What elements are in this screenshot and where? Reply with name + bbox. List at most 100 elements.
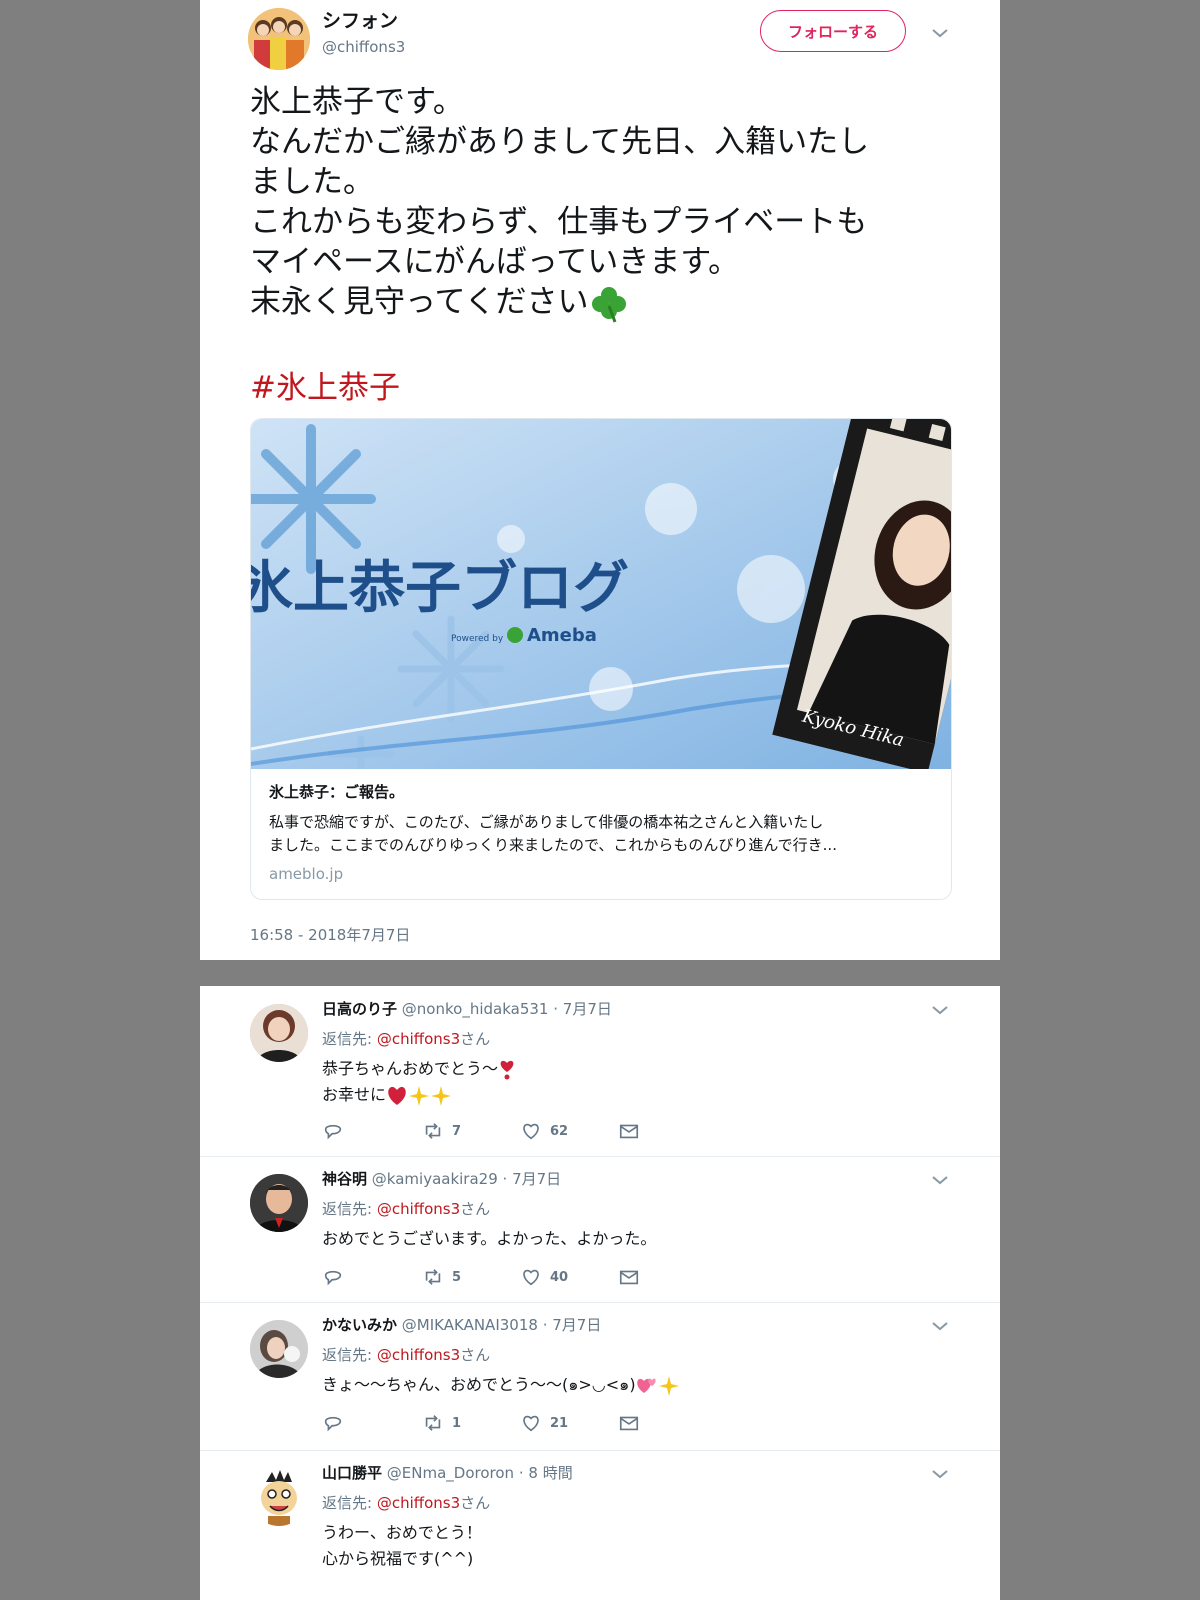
reply-to-suffix: さん bbox=[460, 1200, 491, 1218]
reply-item: 日高のり子 @nonko_hidaka531 · 7月7日 返信先: @chif… bbox=[200, 986, 1000, 1157]
dm-button[interactable] bbox=[618, 1120, 640, 1142]
tweet-timestamp[interactable]: 16:58 - 2018年7月7日 bbox=[250, 924, 410, 945]
reply-handle[interactable]: @ENma_Dororon bbox=[387, 1464, 514, 1482]
reply-date[interactable]: · 7月7日 bbox=[503, 1170, 562, 1188]
reply-to: 返信先: @chiffons3さん bbox=[322, 1492, 490, 1513]
reply-to: 返信先: @chiffons3さん bbox=[322, 1198, 490, 1219]
reply-header: 神谷明 @kamiyaakira29 · 7月7日 bbox=[322, 1168, 561, 1189]
like-button[interactable]: 21 bbox=[520, 1412, 568, 1434]
retweet-count: 7 bbox=[452, 1123, 462, 1139]
follow-button[interactable]: フォローする bbox=[760, 10, 906, 52]
like-count: 62 bbox=[550, 1123, 569, 1139]
avatar[interactable] bbox=[250, 1174, 308, 1232]
reply-icon bbox=[324, 1124, 342, 1140]
avatar[interactable] bbox=[250, 1320, 308, 1378]
avatar[interactable] bbox=[250, 1468, 308, 1526]
envelope-icon bbox=[619, 1416, 639, 1431]
ameba-logo-icon bbox=[507, 627, 523, 643]
like-button[interactable]: 62 bbox=[520, 1120, 568, 1142]
avatar-image bbox=[250, 1174, 308, 1232]
reply-line-1: 恭子ちゃんおめでとう～ bbox=[322, 1059, 499, 1078]
reply-to: 返信先: @chiffons3さん bbox=[322, 1344, 490, 1365]
reply-name[interactable]: 日高のり子 bbox=[322, 1000, 397, 1018]
avatar[interactable] bbox=[250, 1004, 308, 1062]
reply-text: 恭子ちゃんおめでとう～ お幸せに bbox=[322, 1056, 516, 1108]
sparkles-emoji bbox=[658, 1375, 679, 1396]
display-name[interactable]: シフォン bbox=[322, 6, 398, 33]
card-image: 氷上恭子ブログ Powered by Ameba Kyoko Hika bbox=[251, 419, 951, 769]
reply-date[interactable]: · 7月7日 bbox=[553, 1000, 612, 1018]
main-tweet: シフォン @chiffons3 フォローする 氷上恭子です。 なんだかご縁があり… bbox=[200, 0, 1000, 960]
link-card[interactable]: 氷上恭子ブログ Powered by Ameba Kyoko Hika 氷上恭子… bbox=[250, 418, 952, 900]
reply-name[interactable]: 神谷明 bbox=[322, 1170, 367, 1188]
reply-actions: 7 62 bbox=[322, 1120, 662, 1144]
retweet-icon bbox=[425, 1415, 441, 1431]
reply-date[interactable]: · 7月7日 bbox=[543, 1316, 602, 1334]
dm-button[interactable] bbox=[618, 1412, 640, 1434]
envelope-icon bbox=[619, 1124, 639, 1139]
retweet-button[interactable]: 7 bbox=[422, 1120, 461, 1142]
reply-to-mention[interactable]: @chiffons3 bbox=[377, 1494, 460, 1512]
reply-to-prefix: 返信先: bbox=[322, 1346, 377, 1364]
reply-to-mention[interactable]: @chiffons3 bbox=[377, 1346, 460, 1364]
envelope-icon bbox=[619, 1270, 639, 1285]
chevron-down-icon[interactable] bbox=[928, 1462, 952, 1486]
reply-item: 神谷明 @kamiyaakira29 · 7月7日 返信先: @chiffons… bbox=[200, 1156, 1000, 1303]
chevron-down-icon[interactable] bbox=[928, 1168, 952, 1192]
reply-to-prefix: 返信先: bbox=[322, 1030, 377, 1048]
retweet-button[interactable]: 1 bbox=[422, 1412, 461, 1434]
like-count: 21 bbox=[550, 1415, 569, 1431]
clover-emoji bbox=[591, 286, 626, 323]
reply-to: 返信先: @chiffons3さん bbox=[322, 1028, 490, 1049]
reply-button[interactable] bbox=[322, 1120, 344, 1142]
reply-handle[interactable]: @nonko_hidaka531 bbox=[402, 1000, 549, 1018]
reply-to-prefix: 返信先: bbox=[322, 1200, 377, 1218]
retweet-count: 5 bbox=[452, 1269, 462, 1285]
sparkles-emoji bbox=[409, 1085, 430, 1106]
reply-header: かないみか @MIKAKANAI3018 · 7月7日 bbox=[322, 1314, 601, 1335]
card-description: 私事で恐縮ですが、このたび、ご縁がありまして俳優の橋本祐之さんと入籍いたし まし… bbox=[269, 813, 837, 854]
heart-icon bbox=[523, 1415, 539, 1432]
heart-icon bbox=[523, 1269, 539, 1286]
hashtag-link[interactable]: #氷上恭子 bbox=[250, 362, 400, 407]
reply-handle[interactable]: @kamiyaakira29 bbox=[372, 1170, 498, 1188]
heart-icon bbox=[523, 1123, 539, 1140]
retweet-icon bbox=[425, 1269, 441, 1285]
card-domain: ameblo.jp bbox=[269, 865, 344, 883]
chevron-down-icon[interactable] bbox=[928, 21, 952, 45]
avatar-image bbox=[250, 1004, 308, 1062]
reply-name[interactable]: かないみか bbox=[322, 1316, 397, 1334]
card-image-title: 氷上恭子ブログ bbox=[251, 555, 629, 621]
retweet-button[interactable]: 5 bbox=[422, 1266, 461, 1288]
reply-name[interactable]: 山口勝平 bbox=[322, 1464, 382, 1482]
avatar[interactable] bbox=[248, 8, 310, 70]
like-button[interactable]: 40 bbox=[520, 1266, 568, 1288]
reply-button[interactable] bbox=[322, 1266, 344, 1288]
reply-to-mention[interactable]: @chiffons3 bbox=[377, 1200, 460, 1218]
reply-item: かないみか @MIKAKANAI3018 · 7月7日 返信先: @chiffo… bbox=[200, 1302, 1000, 1451]
reply-button[interactable] bbox=[322, 1412, 344, 1434]
reply-handle[interactable]: @MIKAKANAI3018 bbox=[402, 1316, 538, 1334]
sparkles-emoji bbox=[431, 1085, 452, 1106]
reply-line-1: きょ～～ちゃん、おめでとう～～(๑>◡<๑) bbox=[322, 1375, 636, 1394]
tweet-body: 氷上恭子です。 なんだかご縁がありまして先日、入籍いたし ました。 これからも変… bbox=[250, 84, 870, 320]
reply-actions: 5 40 bbox=[322, 1266, 662, 1290]
reply-to-mention[interactable]: @chiffons3 bbox=[377, 1030, 460, 1048]
reply-line-2: お幸せに bbox=[322, 1085, 387, 1104]
powered-by-text: Powered by bbox=[451, 634, 504, 644]
reply-to-suffix: さん bbox=[460, 1346, 491, 1364]
like-count: 40 bbox=[550, 1269, 569, 1285]
reply-line-1: うわー、おめでとう！ bbox=[322, 1523, 482, 1542]
reply-text: うわー、おめでとう！ 心から祝福です(^^) bbox=[322, 1520, 482, 1572]
two-hearts-emoji bbox=[636, 1377, 656, 1393]
chevron-down-icon[interactable] bbox=[928, 1314, 952, 1338]
reply-line-2: 心から祝福です(^^) bbox=[322, 1549, 474, 1568]
chevron-down-icon[interactable] bbox=[928, 998, 952, 1022]
heart-emoji bbox=[388, 1086, 406, 1105]
ameba-text: Ameba bbox=[527, 625, 597, 646]
reply-item: 山口勝平 @ENma_Dororon · 8 時間 返信先: @chiffons… bbox=[200, 1450, 1000, 1600]
reply-date[interactable]: · 8 時間 bbox=[519, 1464, 573, 1482]
handle[interactable]: @chiffons3 bbox=[322, 38, 405, 56]
avatar-image bbox=[250, 1320, 308, 1378]
dm-button[interactable] bbox=[618, 1266, 640, 1288]
